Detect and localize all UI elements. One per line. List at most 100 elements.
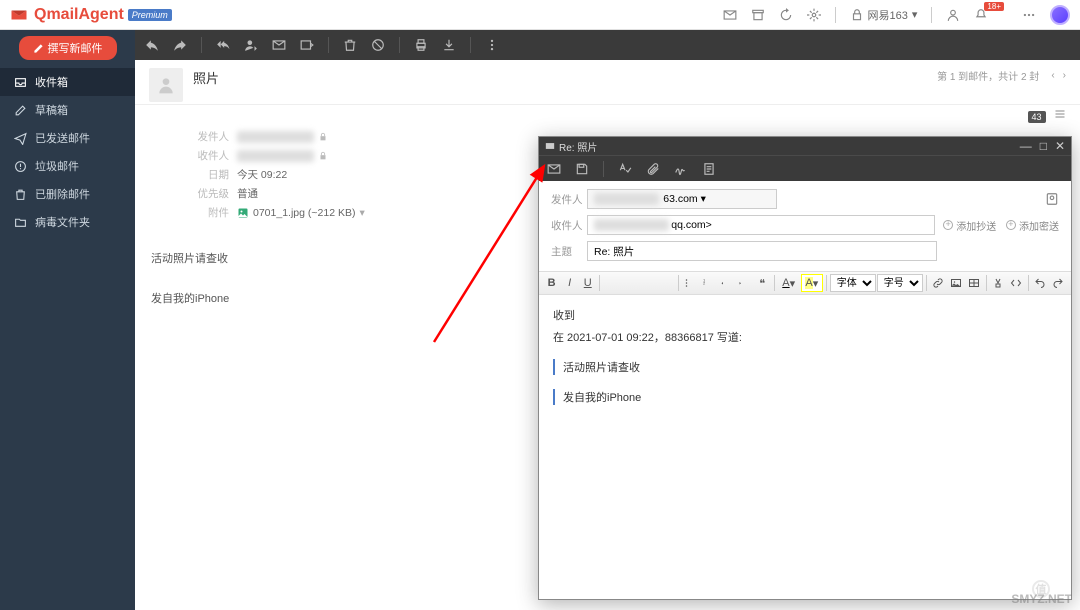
draft-icon <box>14 104 27 117</box>
date-value: 今天 09:22 <box>237 167 287 182</box>
emoji-button[interactable] <box>990 274 1007 292</box>
spam-icon <box>14 160 27 173</box>
font-size-select[interactable]: 字号 <box>877 274 923 292</box>
print-icon[interactable] <box>414 38 428 52</box>
quoted-text: 活动照片请查收 <box>553 359 1057 375</box>
list-view-icon[interactable] <box>1054 108 1066 120</box>
add-bcc-link[interactable]: 添加密送 <box>1006 218 1059 233</box>
compose-body[interactable]: 收到 在 2021-07-01 09:22，88366817 写道: 活动照片请… <box>539 295 1071 599</box>
archive-icon[interactable] <box>751 8 765 22</box>
mail-action-icon[interactable] <box>272 38 286 52</box>
reply-all-icon[interactable] <box>216 38 230 52</box>
from-field[interactable]: x63.com ▾ <box>587 189 777 209</box>
inbox-icon <box>14 76 27 89</box>
sidebar-item-sent[interactable]: 已发送邮件 <box>0 124 135 152</box>
more-icon[interactable] <box>1022 8 1036 22</box>
attachment-chip[interactable]: 0701_1.jpg (~212 KB) ▾ <box>237 207 365 219</box>
compose-title-bar[interactable]: Re: 照片 — □ ✕ <box>539 137 1071 155</box>
more-vert-icon[interactable] <box>485 38 499 52</box>
contacts-icon[interactable] <box>1045 192 1059 206</box>
undo-button[interactable] <box>1032 274 1049 292</box>
table-button[interactable] <box>966 274 983 292</box>
view-mode-badge[interactable]: 43 <box>1028 111 1046 123</box>
align-right-button[interactable] <box>639 274 656 292</box>
font-family-select[interactable]: 字体 <box>830 274 876 292</box>
forward-icon[interactable] <box>173 38 187 52</box>
delete-icon[interactable] <box>343 38 357 52</box>
sent-icon <box>14 132 27 145</box>
app-header: QmailAgent Premium 网易163 ▾ 18+ <box>0 0 1080 30</box>
redo-button[interactable] <box>1050 274 1067 292</box>
sidebar-item-label: 病毒文件夹 <box>35 214 90 230</box>
close-button[interactable]: ✕ <box>1055 139 1065 153</box>
sidebar-item-drafts[interactable]: 草稿箱 <box>0 96 135 124</box>
account-selector[interactable]: 网易163 ▾ <box>850 7 918 23</box>
save-icon[interactable] <box>575 162 589 176</box>
bg-color-button[interactable]: A ▾ <box>801 274 823 292</box>
header-actions: 网易163 ▾ 18+ <box>723 5 1070 25</box>
sidebar-item-label: 收件箱 <box>35 74 68 90</box>
indent-button[interactable] <box>736 274 753 292</box>
subject-field[interactable] <box>587 241 937 261</box>
svg-text:2: 2 <box>703 281 706 286</box>
sidebar-item-label: 垃圾邮件 <box>35 158 79 174</box>
user-icon[interactable] <box>946 8 960 22</box>
user-avatar[interactable] <box>1050 5 1070 25</box>
add-cc-link[interactable]: 添加抄送 <box>943 218 996 233</box>
message-toolbar <box>135 30 1080 60</box>
signature-icon[interactable] <box>674 162 688 176</box>
attach-icon[interactable] <box>646 162 660 176</box>
quote-button[interactable]: ❝ <box>754 274 771 292</box>
link-button[interactable] <box>930 274 947 292</box>
gear-icon[interactable] <box>807 8 821 22</box>
compose-window: Re: 照片 — □ ✕ 发件人 x63.com ▾ 收件人 xqq.com> … <box>538 136 1072 600</box>
align-center-button[interactable] <box>621 274 638 292</box>
template-icon[interactable] <box>702 162 716 176</box>
list-ol-button[interactable]: 12 <box>699 274 716 292</box>
user-forward-icon[interactable] <box>244 38 258 52</box>
font-color-button[interactable]: A ▾ <box>778 274 800 292</box>
download-icon[interactable] <box>442 38 456 52</box>
sender-avatar <box>149 68 183 102</box>
mail-icon <box>545 141 555 151</box>
to-field[interactable]: xqq.com> <box>587 215 935 235</box>
premium-badge: Premium <box>128 9 172 21</box>
compose-button[interactable]: 撰写新邮件 <box>19 36 117 60</box>
move-icon[interactable] <box>300 38 314 52</box>
spellcheck-icon[interactable] <box>618 162 632 176</box>
align-justify-button[interactable] <box>657 274 674 292</box>
compose-icon <box>33 43 44 54</box>
minimize-button[interactable]: — <box>1020 139 1032 153</box>
notification-bell[interactable]: 18+ <box>974 8 1008 22</box>
maximize-button[interactable]: □ <box>1040 139 1047 153</box>
underline-button[interactable]: U <box>579 274 596 292</box>
lock-icon <box>318 151 328 161</box>
code-button[interactable] <box>1008 274 1025 292</box>
image-button[interactable] <box>948 274 965 292</box>
refresh-icon[interactable] <box>779 8 793 22</box>
recipient-value: xxxxxxx <box>237 150 314 162</box>
align-left-button[interactable] <box>603 274 620 292</box>
bold-button[interactable]: B <box>543 274 560 292</box>
trash-icon <box>14 188 27 201</box>
italic-button[interactable]: I <box>561 274 578 292</box>
pager-next[interactable]: › <box>1063 70 1066 81</box>
pager: 第 1 到邮件，共计 2 封 ‹ › <box>937 68 1066 83</box>
folder-icon <box>14 216 27 229</box>
list-ul-button[interactable] <box>681 274 698 292</box>
sidebar-item-virus[interactable]: 病毒文件夹 <box>0 208 135 236</box>
lock-icon <box>318 132 328 142</box>
sidebar-item-inbox[interactable]: 收件箱 <box>0 68 135 96</box>
reply-icon[interactable] <box>145 38 159 52</box>
watermark-text: SMYZ.NET <box>1011 592 1072 606</box>
junk-icon[interactable] <box>371 38 385 52</box>
quoted-text: 发自我的iPhone <box>553 389 1057 405</box>
image-icon <box>237 207 249 219</box>
outdent-button[interactable] <box>718 274 735 292</box>
message-header: 照片 第 1 到邮件，共计 2 封 ‹ › <box>135 60 1080 105</box>
sidebar-item-spam[interactable]: 垃圾邮件 <box>0 152 135 180</box>
send-icon[interactable] <box>547 162 561 176</box>
pager-prev[interactable]: ‹ <box>1051 70 1054 81</box>
sidebar-item-trash[interactable]: 已删除邮件 <box>0 180 135 208</box>
mail-icon[interactable] <box>723 8 737 22</box>
